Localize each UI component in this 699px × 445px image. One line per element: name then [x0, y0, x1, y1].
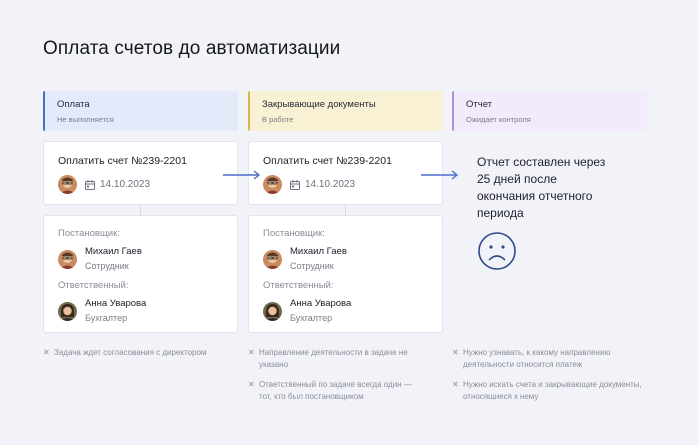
invoice-title: Оплатить счет №239-2201 — [58, 155, 187, 167]
connector-line — [345, 205, 346, 215]
calendar-icon — [85, 179, 95, 190]
invoice-date: 14.10.2023 — [305, 179, 356, 190]
avatar — [58, 301, 77, 321]
person-name: Анна Уварова — [85, 298, 147, 309]
assignee-person[interactable]: Михаил Гаев Сотрудник — [58, 246, 142, 272]
note-text: Ответственный по задаче всегда один — то… — [259, 380, 412, 401]
note-text: Нужно узнавать, к какому направлению дея… — [463, 348, 611, 369]
cross-icon: ✕ — [248, 348, 255, 357]
notes-report: ✕ Нужно узнавать, к какому направлению д… — [452, 347, 652, 411]
stage-title: Закрывающие документы — [262, 99, 376, 110]
avatar — [58, 249, 77, 269]
report-text: Отчет составлен через 25 дней после окон… — [477, 155, 606, 220]
invoice-title: Оплатить счет №239-2201 — [263, 155, 392, 167]
stage-status: Не выполняется — [57, 115, 114, 124]
assignee-label: Постановщик: — [58, 228, 120, 239]
avatar — [263, 175, 282, 194]
calendar-icon — [290, 179, 300, 190]
cross-icon: ✕ — [452, 348, 459, 357]
assignee-label: Постановщик: — [263, 228, 325, 239]
note-item: ✕ Задача ждет согласования с директором — [43, 347, 228, 359]
cross-icon: ✕ — [452, 380, 459, 389]
responsible-person[interactable]: Анна Уварова Бухгалтер — [58, 298, 146, 324]
assignee-person[interactable]: Михаил Гаев Сотрудник — [263, 246, 347, 272]
invoice-card[interactable]: Оплатить счет №239-2201 14.10.2023 — [248, 141, 443, 205]
avatar — [58, 175, 77, 194]
task-participants-card: Постановщик: Михаил Гаев Сотрудник Ответ… — [43, 215, 238, 333]
person-name: Анна Уварова — [290, 298, 352, 309]
notes-payment: ✕ Задача ждет согласования с директором — [43, 347, 228, 367]
person-role: Сотрудник — [85, 261, 129, 271]
cross-icon: ✕ — [43, 348, 50, 357]
person-role: Бухгалтер — [290, 313, 333, 323]
stage-status: В работе — [262, 115, 294, 124]
note-item: ✕ Ответственный по задаче всегда один — … — [248, 379, 423, 403]
connector-line — [140, 205, 141, 215]
note-item: ✕ Нужно узнавать, к какому направлению д… — [452, 347, 652, 371]
responsible-person[interactable]: Анна Уварова Бухгалтер — [263, 298, 351, 324]
page-title: Оплата счетов до автоматизации — [43, 38, 341, 59]
task-participants-card: Постановщик: Михаил Гаев Сотрудник Ответ… — [248, 215, 443, 333]
invoice-card[interactable]: Оплатить счет №239-2201 14.10.2023 — [43, 141, 238, 205]
invoice-meta: 14.10.2023 — [58, 175, 150, 194]
arrow-right-icon — [421, 170, 459, 180]
invoice-date: 14.10.2023 — [100, 179, 151, 190]
note-text: Нужно искать счета и закрывающие докумен… — [463, 380, 642, 401]
person-role: Сотрудник — [290, 261, 334, 271]
person-name: Михаил Гаев — [85, 246, 142, 257]
stage-title: Оплата — [57, 99, 90, 110]
note-text: Направление деятельности в задаче не ука… — [259, 348, 408, 369]
avatar — [263, 301, 282, 321]
note-item: ✕ Нужно искать счета и закрывающие докум… — [452, 379, 652, 403]
stage-payment: Оплата Не выполняется — [43, 91, 238, 131]
sad-face-icon — [478, 232, 516, 270]
note-text: Задача ждет согласования с директором — [54, 348, 207, 357]
cross-icon: ✕ — [248, 380, 255, 389]
responsible-label: Ответственный: — [263, 280, 334, 291]
person-name: Михаил Гаев — [290, 246, 347, 257]
avatar — [263, 249, 282, 269]
invoice-meta: 14.10.2023 — [263, 175, 355, 194]
stage-report: Отчет Ожидает контроля — [452, 91, 647, 131]
arrow-right-icon — [223, 170, 261, 180]
stage-title: Отчет — [466, 99, 493, 110]
responsible-label: Ответственный: — [58, 280, 129, 291]
note-item: ✕ Направление деятельности в задаче не у… — [248, 347, 423, 371]
stage-closing-documents: Закрывающие документы В работе — [248, 91, 443, 131]
notes-documents: ✕ Направление деятельности в задаче не у… — [248, 347, 423, 411]
person-role: Бухгалтер — [85, 313, 128, 323]
stage-status: Ожидает контроля — [466, 115, 531, 124]
